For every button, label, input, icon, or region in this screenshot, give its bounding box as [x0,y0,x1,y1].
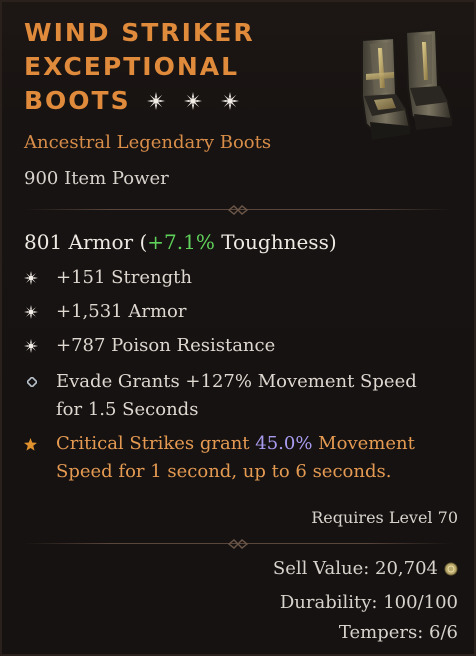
toughness-delta: +7.1% [147,230,215,254]
legendary-line2: Speed for 1 second, up to 6 seconds. [56,461,392,482]
implicit-line1: Evade Grants +127% Movement Speed [56,371,417,392]
legendary-value: 45.0% [255,433,313,454]
boots-icon [361,28,454,140]
item-type: Ancestral Legendary Boots [24,132,272,153]
greater-affix-star-icon [24,271,38,285]
item-title: WIND STRIKER EXCEPTIONAL BOOTS [24,16,364,119]
affix-text: +1,531 Armor [56,301,187,322]
legendary-star-icon [24,437,37,451]
durability: Durability: 100/100 [279,592,458,613]
greater-affix-star-icon [24,305,38,319]
affix-row: +787 Poison Resistance [24,332,452,360]
item-title-line2: EXCEPTIONAL [24,52,240,81]
requires-level: Requires Level 70 [311,508,458,527]
footer-divider [24,538,452,550]
affix-row: +1,531 Armor [24,298,452,326]
item-power: 900 Item Power [24,168,169,189]
section-divider [24,204,452,216]
greater-affix-star-icon [24,339,38,353]
legendary-post: Movement [312,433,415,454]
affix-text: +787 Poison Resistance [56,335,276,356]
sell-value: Sell Value: 20,704 [272,558,438,579]
implicit-row: Evade Grants +127% Movement Speed for 1.… [24,368,452,424]
sell-value-line: Sell Value: 20,704 [273,558,458,579]
divider-ornament-icon [227,205,249,215]
divider-ornament-icon [227,539,249,549]
armor-value: 801 Armor ( [24,230,148,254]
affix-text: +151 Strength [56,267,192,288]
star-icon [184,92,203,110]
star-icon [221,92,240,110]
item-title-line3-row: BOOTS [24,84,364,119]
armor-suffix: Toughness) [214,230,337,254]
diamond-bullet-icon [27,377,37,387]
legendary-pre: Critical Strikes grant [56,433,256,454]
item-title-line1: WIND STRIKER [24,18,255,47]
greater-affix-stars [147,90,245,114]
star-icon [147,92,166,110]
affix-row: +151 Strength [24,264,452,292]
item-title-line3: BOOTS [24,86,131,115]
item-tooltip: WIND STRIKER EXCEPTIONAL BOOTS Ancestral… [0,0,476,656]
implicit-line2: for 1.5 Seconds [56,399,199,420]
legendary-text: Critical Strikes grant 45.0% Movement Sp… [56,430,415,486]
legendary-aspect-row: Critical Strikes grant 45.0% Movement Sp… [24,430,452,486]
gold-coin-icon [444,562,458,575]
tempers: Tempers: 6/6 [338,622,458,643]
implicit-text: Evade Grants +127% Movement Speed for 1.… [56,368,417,424]
armor-line: 801 Armor (+7.1% Toughness) [24,230,337,254]
